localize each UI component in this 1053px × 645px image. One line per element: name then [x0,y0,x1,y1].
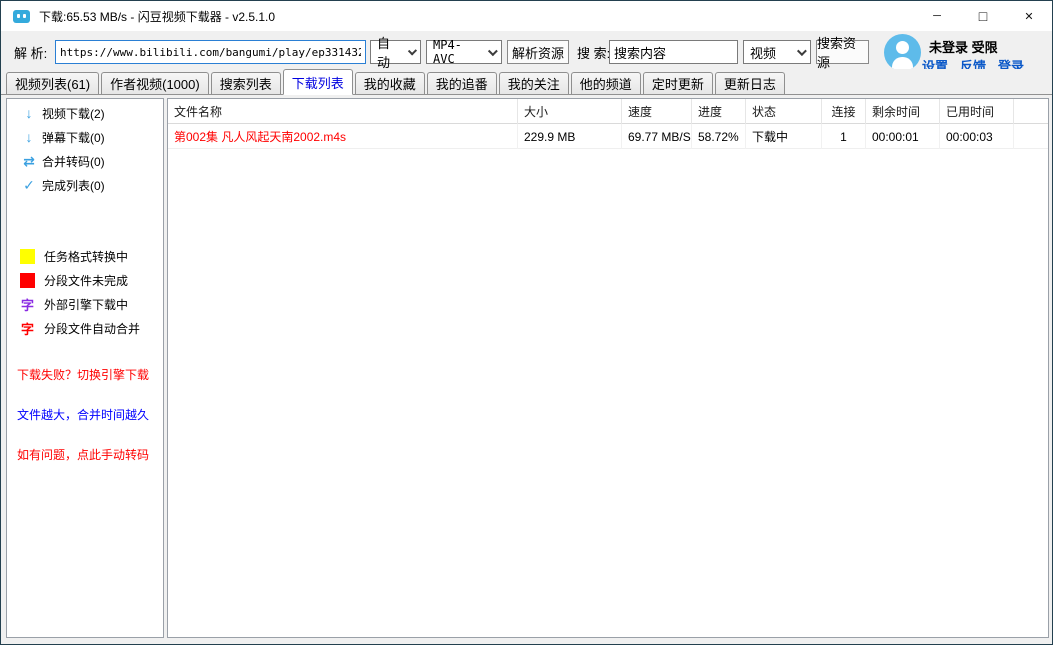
parse-label: 解 析: [14,43,47,62]
quality-select[interactable]: 自动 [370,40,421,64]
download-table: 文件名称 大小 速度 进度 状态 连接 剩余时间 已用时间 第002集 凡人风起… [167,98,1049,638]
app-window: 下载:65.53 MB/s - 闪豆视频下载器 - v2.5.1.0 ─ □ ✕… [0,0,1053,645]
legend-swatch-red [20,273,35,288]
cell-progress: 58.72% [692,124,746,149]
tab-author-videos[interactable]: 作者视频(1000) [101,72,209,94]
tab-video-list[interactable]: 视频列表(61) [6,72,99,94]
chevron-down-icon [797,46,807,56]
col-elapsed[interactable]: 已用时间 [940,99,1014,124]
col-connections[interactable]: 连接 [822,99,866,124]
search-input[interactable] [609,40,738,64]
tab-following[interactable]: 我的关注 [499,72,569,94]
search-label: 搜 索: [577,43,610,62]
col-size[interactable]: 大小 [518,99,622,124]
type-select-value: 视频 [750,43,776,62]
tab-changelog[interactable]: 更新日志 [715,72,785,94]
download-icon: ↓ [19,105,39,121]
col-speed[interactable]: 速度 [622,99,692,124]
url-input[interactable] [55,40,366,64]
chevron-down-icon [488,46,498,56]
tab-favorites[interactable]: 我的收藏 [355,72,425,94]
tab-his-channel[interactable]: 他的频道 [571,72,641,94]
table-header: 文件名称 大小 速度 进度 状态 连接 剩余时间 已用时间 [168,99,1048,124]
quality-select-value: 自动 [377,33,400,71]
table-row[interactable]: 第002集 凡人风起天南2002.m4s 229.9 MB 69.77 MB/S… [168,124,1048,149]
sidebar-item-danmaku-download[interactable]: ↓ 弹幕下载(0) [7,125,163,149]
sidebar-item-video-download[interactable]: ↓ 视频下载(2) [7,101,163,125]
tab-bangumi[interactable]: 我的追番 [427,72,497,94]
content-area: ↓ 视频下载(2) ↓ 弹幕下载(0) ⇄ 合并转码(0) ✓ 完成列表(0) … [1,95,1052,645]
parse-resource-button[interactable]: 解析资源 [507,40,569,64]
sidebar-item-merge-transcode[interactable]: ⇄ 合并转码(0) [7,149,163,173]
cell-connections: 1 [822,124,866,149]
legend-swatch-yellow [20,249,35,264]
legend-char-red: 字 [20,319,35,338]
tip-switch-engine: 下载失败？切换引擎下载 [17,366,149,383]
tab-scheduled-update[interactable]: 定时更新 [643,72,713,94]
cell-elapsed: 00:00:03 [940,124,1014,149]
minimize-icon[interactable]: ─ [914,1,960,31]
maximize-icon[interactable]: □ [960,1,1006,31]
format-select-value: MP4-AVC [433,38,480,66]
search-resource-button[interactable]: 搜索资源 [816,40,869,64]
tab-strip: 视频列表(61) 作者视频(1000) 搜索列表 下载列表 我的收藏 我的追番 … [1,69,1052,95]
cell-filename: 第002集 凡人风起天南2002.m4s [168,124,518,149]
col-status[interactable]: 状态 [746,99,822,124]
tab-search-list[interactable]: 搜索列表 [211,72,281,94]
type-select[interactable]: 视频 [743,40,811,64]
legend-item: 字 外部引擎下载中 [7,292,163,316]
check-icon: ✓ [19,177,39,194]
cell-status: 下载中 [746,124,822,149]
legend-item: 字 分段文件自动合并 [7,316,163,340]
cell-remaining: 00:00:01 [866,124,940,149]
legend-item: 任务格式转换中 [7,244,163,268]
format-select[interactable]: MP4-AVC [426,40,502,64]
col-filename[interactable]: 文件名称 [168,99,518,124]
sidebar-item-completed-list[interactable]: ✓ 完成列表(0) [7,173,163,197]
login-status: 未登录 受限 [929,37,998,56]
sidebar: ↓ 视频下载(2) ↓ 弹幕下载(0) ⇄ 合并转码(0) ✓ 完成列表(0) … [6,98,164,638]
cell-speed: 69.77 MB/S [622,124,692,149]
tip-merge-time: 文件越大，合并时间越久 [17,406,149,423]
window-title: 下载:65.53 MB/s - 闪豆视频下载器 - v2.5.1.0 [39,8,275,25]
col-progress[interactable]: 进度 [692,99,746,124]
cell-size: 229.9 MB [518,124,622,149]
legend-item: 分段文件未完成 [7,268,163,292]
close-icon[interactable]: ✕ [1006,1,1052,31]
titlebar: 下载:65.53 MB/s - 闪豆视频下载器 - v2.5.1.0 ─ □ ✕ [1,1,1052,31]
avatar-icon[interactable] [884,34,921,71]
chevron-down-icon [408,46,417,55]
col-remaining[interactable]: 剩余时间 [866,99,940,124]
app-icon [13,10,30,23]
tab-download-list[interactable]: 下载列表 [283,69,353,95]
legend-char-purple: 字 [20,295,35,314]
merge-arrows-icon: ⇄ [19,153,39,170]
download-icon: ↓ [19,129,39,145]
tip-manual-transcode[interactable]: 如有问题，点此手动转码 [17,446,149,463]
